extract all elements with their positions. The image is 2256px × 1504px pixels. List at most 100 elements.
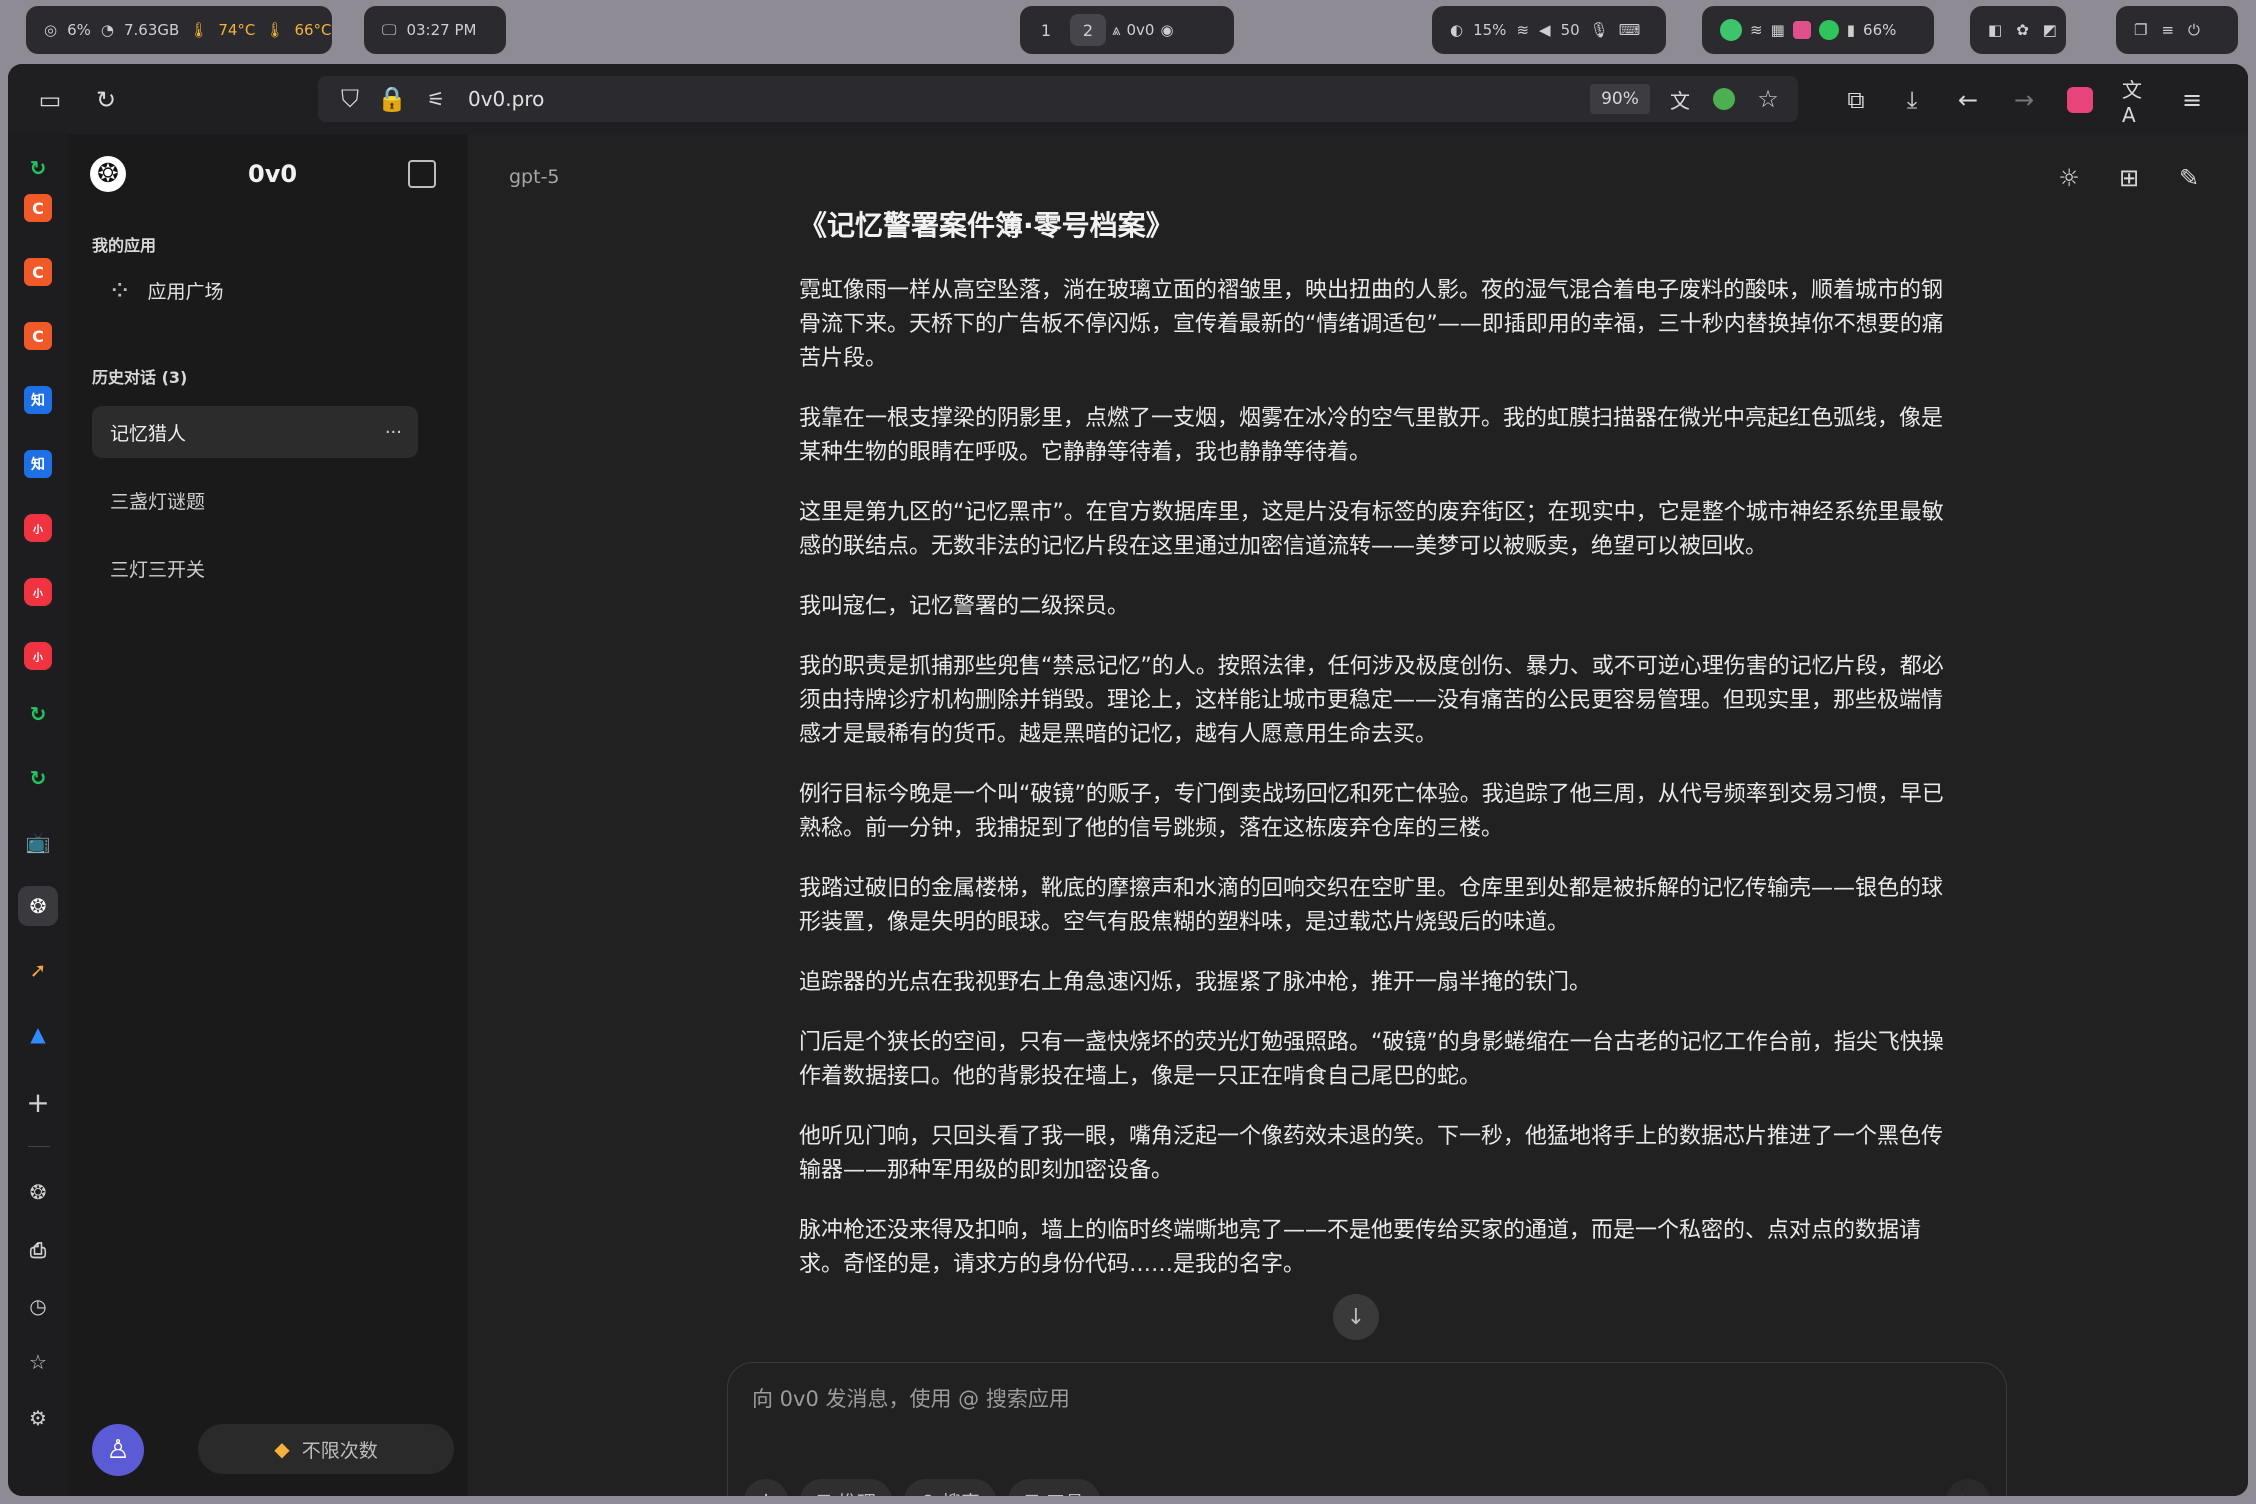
session-widget[interactable]: ❐ ≡ ⏻ <box>2116 6 2238 54</box>
openai-icon[interactable]: ❂ <box>18 886 58 926</box>
forward-arrow-icon[interactable]: → <box>2010 86 2038 114</box>
story-paragraph: 我叫寇仁，记忆警署的二级探员。 <box>799 594 1130 619</box>
chat-tray-icon[interactable] <box>1818 20 1839 40</box>
volume-icon: ◀ <box>1539 21 1551 39</box>
translate-icon[interactable]: 文 <box>1666 85 1694 113</box>
cpu-icon: ◎ <box>44 21 58 39</box>
arrow-down-icon: ↓ <box>1346 1304 1366 1330</box>
story-paragraph: 追踪器的光点在我视野右上角急速闪烁，我握紧了脉冲枪，推开一扇半掩的铁门。 <box>799 970 1592 995</box>
printer-icon[interactable]: ⎙ <box>18 1230 58 1270</box>
gpu-temp: 66°C <box>294 21 332 39</box>
workspace-2[interactable]: 2 <box>1070 14 1106 46</box>
translate-page-icon[interactable]: 文A <box>2122 78 2150 127</box>
story-paragraph: 我的职责是抓捕那些兜售“禁忌记忆”的人。按照法律，任何涉及极度创伤、暴力、或不可… <box>799 654 1944 747</box>
thermometer-icon: 🌡 <box>265 21 285 39</box>
extensions-icon[interactable]: ⧉ <box>1842 86 1870 114</box>
lock-icon[interactable]: 🔒 <box>377 85 407 113</box>
diamond-icon: ◆ <box>274 1437 290 1461</box>
chatgpt-green-icon[interactable]: ↻ <box>18 758 58 798</box>
power-icon[interactable]: ⏻ <box>2188 21 2200 39</box>
add-app-icon[interactable]: + <box>18 1082 58 1122</box>
chat-main: gpt-5 ☼ ⊞ ✎ 《记忆警署案件簿·零号档案》 霓虹像雨一样从高空坠落，淌… <box>469 134 2248 1496</box>
history-clock-icon[interactable]: ◷ <box>18 1286 58 1326</box>
immersive-translate-icon[interactable] <box>2066 86 2094 114</box>
cpu-usage: 6% <box>67 21 91 39</box>
tray-widget[interactable]: ≋ ▦ ▮ 66% <box>1702 6 1934 54</box>
browser-window: ▭ ↻ ⛉ 🔒 ⚟ 0v0.pro 90% 文 ☆ ⧉ ⤓ ← → 文A ≡ ↻… <box>8 64 2248 1496</box>
screenshot-icon[interactable]: ◧ <box>1988 21 2002 39</box>
search-button[interactable]: ⊕ 搜索 <box>904 1479 996 1496</box>
claude-c-icon[interactable]: C <box>24 322 52 350</box>
download-icon[interactable]: ⤓ <box>1898 86 1926 114</box>
grid-dots-icon: ⁘ <box>108 273 132 307</box>
tools-button[interactable]: ⊡ 工具 <box>1008 1479 1100 1496</box>
scroll-down-button[interactable]: ↓ <box>1333 1294 1379 1340</box>
palette-icon[interactable]: ✿ <box>2016 21 2029 39</box>
composer: 向 0v0 发消息，使用 @ 搜索应用 + ⊠ 推理 ⊕ 搜索 ⊡ 工具 ➤ <box>727 1362 2007 1496</box>
reload-icon[interactable]: ↻ <box>92 86 120 114</box>
workspace-1[interactable]: 1 <box>1028 14 1064 46</box>
menu-icon[interactable]: ≡ <box>2161 21 2174 39</box>
toolbox-icon: ⊡ <box>1024 1490 1040 1496</box>
monitor-icon: 🖵 <box>382 21 397 39</box>
plan-badge[interactable]: ◆ 不限次数 <box>198 1424 454 1474</box>
grid-view-icon[interactable]: ⊞ <box>2115 164 2143 192</box>
brightness-value: 15% <box>1473 21 1507 39</box>
system-stats-widget[interactable]: ◎ 6% ◔ 7.63GB 🌡 74°C 🌡 66°C <box>26 6 332 54</box>
settings-gear-icon[interactable]: ⚙ <box>18 1398 58 1438</box>
clock-widget[interactable]: 🖵 03:27 PM <box>364 6 506 54</box>
new-chat-icon[interactable]: ✎ <box>2175 164 2203 192</box>
picture-icon[interactable]: ◩ <box>2043 21 2057 39</box>
bookmark-star-icon[interactable]: ☆ <box>1754 85 1782 113</box>
xiaohongshu-icon[interactable]: 小 <box>24 578 52 606</box>
app-square-link[interactable]: ⁘ 应用广场 <box>92 262 418 318</box>
plan-label: 不限次数 <box>301 1439 378 1462</box>
tracking-settings-icon[interactable]: ⚟ <box>422 85 450 113</box>
active-window-label: 0v0 <box>1126 21 1155 39</box>
collapse-sidebar-icon[interactable] <box>408 160 436 188</box>
xiaohongshu-icon[interactable]: 小 <box>24 642 52 670</box>
message-input[interactable]: 向 0v0 发消息，使用 @ 搜索应用 <box>752 1383 1070 1413</box>
grid-icon: ▦ <box>1770 21 1785 39</box>
openai-icon[interactable]: ❂ <box>18 1172 58 1212</box>
bilibili-tv-icon[interactable]: 📺 <box>18 822 58 862</box>
claude-c-icon[interactable]: C <box>24 258 52 286</box>
chat-item[interactable]: 三盏灯谜题 <box>92 474 418 526</box>
bluetooth-icon[interactable] <box>1792 21 1811 39</box>
attach-plus-button[interactable]: + <box>744 1479 788 1496</box>
user-avatar[interactable]: ♙ <box>92 1424 144 1476</box>
zoom-level[interactable]: 90% <box>1590 84 1650 114</box>
chatgpt-green-icon[interactable]: ↻ <box>18 694 58 734</box>
chat-item-active[interactable]: 记忆猎人 ··· <box>92 406 418 458</box>
claude-c-icon[interactable]: C <box>24 194 52 222</box>
wechat-tray-icon[interactable] <box>1720 19 1742 41</box>
more-options-icon[interactable]: ··· <box>385 422 402 443</box>
zhihu-icon[interactable]: 知 <box>24 386 52 414</box>
chat-item-label: 三灯三开关 <box>110 558 206 581</box>
back-arrow-icon[interactable]: ← <box>1954 86 1982 114</box>
wifi-icon: ≋ <box>1516 21 1530 39</box>
model-selector[interactable]: gpt-5 <box>509 166 560 188</box>
xiaohongshu-icon[interactable]: 小 <box>24 514 52 542</box>
reason-button[interactable]: ⊠ 推理 <box>800 1479 892 1496</box>
clipboard-icon[interactable]: ❐ <box>2134 21 2147 39</box>
hamburger-menu-icon[interactable]: ≡ <box>2178 86 2206 114</box>
chatgpt-green-icon[interactable]: ↻ <box>18 148 58 188</box>
brightness-icon: ◐ <box>1450 21 1464 39</box>
keyboard-icon: ⌨ <box>1618 21 1641 39</box>
sidebar-toggle-icon[interactable]: ▭ <box>36 86 64 114</box>
quick-tools-widget[interactable]: ◧ ✿ ◩ <box>1970 6 2066 54</box>
thermometer-icon: 🌡 <box>189 21 209 39</box>
assistant-arrow-icon[interactable]: ➚ <box>18 950 58 990</box>
status-widget[interactable]: ◐ 15% ≋ ◀ 50 🎙 ⌨ <box>1432 6 1666 54</box>
mountain-icon[interactable]: ▲ <box>18 1014 58 1054</box>
favorites-star-icon[interactable]: ☆ <box>18 1342 58 1382</box>
zhihu-icon[interactable]: 知 <box>24 450 52 478</box>
extension-globe-icon[interactable] <box>1710 85 1738 113</box>
theme-sun-icon[interactable]: ☼ <box>2055 164 2083 192</box>
send-button[interactable]: ➤ <box>1946 1479 1990 1496</box>
address-bar[interactable]: ⛉ 🔒 ⚟ 0v0.pro 90% 文 ☆ <box>318 76 1798 122</box>
url-text[interactable]: 0v0.pro <box>468 87 544 111</box>
shield-icon[interactable]: ⛉ <box>336 85 364 113</box>
chat-item[interactable]: 三灯三开关 <box>92 542 418 594</box>
